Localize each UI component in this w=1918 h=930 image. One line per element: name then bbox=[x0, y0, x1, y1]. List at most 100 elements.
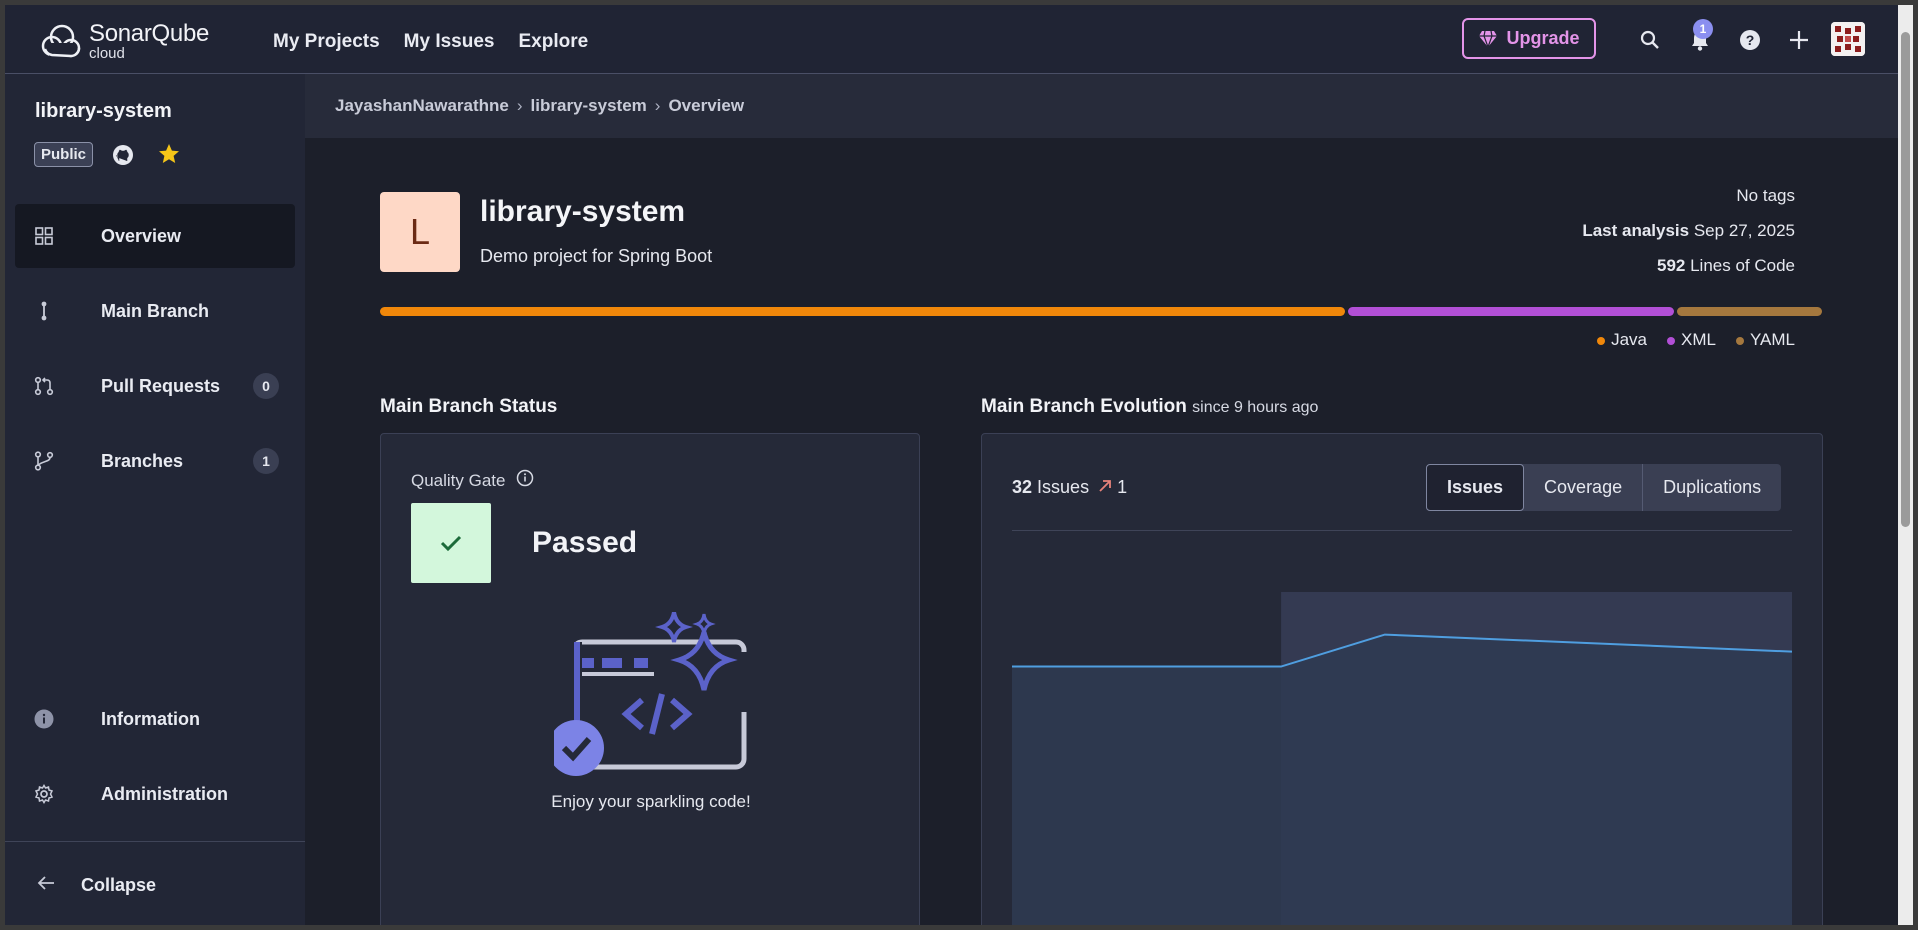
legend-item-java: Java bbox=[1597, 330, 1647, 350]
quality-gate-label: Quality Gate bbox=[411, 469, 534, 492]
quality-gate-card: Quality Gate Passed Enjoy your sparkling… bbox=[380, 433, 920, 925]
language-legend: Java XML YAML bbox=[1597, 330, 1795, 350]
sidebar-item-label: Administration bbox=[101, 783, 229, 804]
collapse-button[interactable]: Collapse bbox=[15, 853, 295, 917]
scrollbar-thumb[interactable] bbox=[1901, 32, 1910, 527]
main-nav: My Projects My Issues Explore bbox=[273, 31, 588, 53]
info-circle-icon[interactable] bbox=[516, 469, 534, 492]
evolution-section-title: Main Branch Evolution since 9 hours ago bbox=[981, 396, 1318, 418]
help-icon[interactable]: ? bbox=[1738, 28, 1762, 52]
sidebar-divider bbox=[5, 841, 305, 842]
page-scrollbar[interactable] bbox=[1898, 5, 1913, 925]
logo-subtitle: cloud bbox=[89, 44, 125, 62]
nav-my-projects[interactable]: My Projects bbox=[273, 31, 380, 53]
quality-gate-status-box bbox=[411, 503, 491, 583]
lines-of-code: 592 Lines of Code bbox=[1657, 256, 1795, 276]
status-section-title: Main Branch Status bbox=[380, 396, 558, 417]
sonarqube-logo[interactable]: SonarQube cloud bbox=[39, 21, 209, 61]
arrow-up-right-icon bbox=[1098, 477, 1117, 497]
browser-frame: SonarQube cloud My Projects My Issues Ex… bbox=[5, 5, 1913, 925]
project-sidebar: library-system Public Overview Main Bran… bbox=[5, 74, 305, 925]
check-icon bbox=[440, 535, 462, 552]
chevron-right-icon: › bbox=[516, 96, 523, 115]
issues-summary: 32 Issues 1 bbox=[1012, 477, 1127, 498]
legend-label: YAML bbox=[1749, 330, 1795, 349]
project-avatar: L bbox=[380, 192, 460, 272]
issues-delta: 1 bbox=[1117, 477, 1128, 497]
branch-icon bbox=[31, 301, 57, 321]
legend-label: Java bbox=[1611, 330, 1647, 349]
breadcrumb: JayashanNawarathne › library-system › Ov… bbox=[305, 74, 1913, 138]
last-analysis-date: Sep 27, 2025 bbox=[1693, 221, 1795, 240]
visibility-badge: Public bbox=[34, 142, 94, 167]
legend-dot bbox=[1735, 336, 1744, 345]
quality-gate-label-text: Quality Gate bbox=[411, 470, 506, 490]
logo-title: SonarQube bbox=[89, 19, 210, 47]
evolution-card: 32 Issues 1 Issues Coverage Duplications bbox=[981, 433, 1823, 925]
sidebar-item-label: Branches bbox=[101, 450, 184, 471]
sparkling-code-illustration bbox=[554, 612, 754, 776]
sidebar-item-overview[interactable]: Overview bbox=[15, 204, 295, 268]
branches-icon bbox=[31, 451, 57, 471]
sidebar-item-label: Main Branch bbox=[101, 300, 210, 321]
star-icon[interactable] bbox=[158, 143, 180, 170]
top-navigation-bar: SonarQube cloud My Projects My Issues Ex… bbox=[5, 5, 1913, 74]
sidebar-item-main-branch[interactable]: Main Branch bbox=[15, 279, 295, 343]
page-title: library-system bbox=[480, 195, 686, 228]
sidebar-item-branches[interactable]: Branches 1 bbox=[15, 429, 295, 493]
project-tags[interactable]: No tags bbox=[1736, 186, 1795, 206]
issues-label: Issues bbox=[1037, 477, 1090, 497]
evolution-title: Main Branch Evolution bbox=[981, 396, 1187, 417]
main-content: JayashanNawarathne › library-system › Ov… bbox=[305, 74, 1913, 925]
sidebar-item-label: Overview bbox=[101, 225, 182, 246]
tab-issues[interactable]: Issues bbox=[1426, 464, 1525, 511]
tab-duplications[interactable]: Duplications bbox=[1643, 464, 1781, 511]
last-analysis: Last analysis Sep 27, 2025 bbox=[1582, 221, 1795, 241]
sidebar-item-label: Information bbox=[101, 708, 200, 729]
pull-request-icon bbox=[31, 376, 57, 396]
search-icon[interactable] bbox=[1638, 28, 1662, 52]
loc-label: Lines of Code bbox=[1690, 256, 1795, 275]
sidebar-item-administration[interactable]: Administration bbox=[15, 762, 295, 826]
nav-my-issues[interactable]: My Issues bbox=[404, 31, 495, 53]
nav-explore[interactable]: Explore bbox=[518, 31, 588, 53]
chart-divider bbox=[1012, 530, 1792, 531]
pull-requests-count: 0 bbox=[253, 373, 279, 399]
upgrade-button[interactable]: Upgrade bbox=[1462, 18, 1596, 59]
quality-gate-message: Enjoy your sparkling code! bbox=[551, 792, 751, 811]
chevron-right-icon: › bbox=[654, 96, 661, 115]
sidebar-item-label: Pull Requests bbox=[101, 375, 221, 396]
legend-label: XML bbox=[1680, 330, 1716, 349]
language-bar-xml bbox=[1348, 307, 1674, 316]
tab-coverage[interactable]: Coverage bbox=[1524, 464, 1644, 511]
notification-badge: 1 bbox=[1693, 19, 1713, 39]
breadcrumb-page: Overview bbox=[668, 96, 745, 115]
language-distribution-bar bbox=[380, 307, 1822, 316]
breadcrumb-organization[interactable]: JayashanNawarathne bbox=[335, 96, 509, 116]
branches-count: 1 bbox=[253, 448, 279, 474]
legend-item-xml: XML bbox=[1666, 330, 1716, 350]
legend-dot bbox=[1597, 336, 1606, 345]
dashboard-icon bbox=[31, 227, 57, 245]
legend-item-yaml: YAML bbox=[1735, 330, 1795, 350]
github-icon[interactable] bbox=[112, 144, 134, 171]
cloud-logo-icon bbox=[41, 24, 81, 58]
language-bar-yaml bbox=[1677, 307, 1822, 316]
plus-icon[interactable] bbox=[1787, 28, 1811, 52]
quality-gate-result: Passed bbox=[532, 526, 638, 559]
loc-value: 592 bbox=[1656, 256, 1686, 275]
breadcrumb-project[interactable]: library-system bbox=[531, 96, 647, 116]
language-bar-java bbox=[380, 307, 1345, 316]
issues-area bbox=[1012, 634, 1792, 925]
collapse-label: Collapse bbox=[81, 874, 157, 895]
legend-dot bbox=[1666, 336, 1675, 345]
user-avatar[interactable] bbox=[1831, 22, 1865, 56]
sidebar-project-name: library-system bbox=[35, 100, 172, 122]
sidebar-item-pull-requests[interactable]: Pull Requests 0 bbox=[15, 354, 295, 418]
svg-text:?: ? bbox=[1746, 32, 1755, 48]
evolution-since: since 9 hours ago bbox=[1192, 399, 1319, 416]
last-analysis-label: Last analysis bbox=[1582, 221, 1690, 240]
info-icon bbox=[31, 709, 57, 729]
sidebar-item-information[interactable]: Information bbox=[15, 687, 295, 751]
issues-evolution-chart bbox=[1012, 592, 1792, 925]
